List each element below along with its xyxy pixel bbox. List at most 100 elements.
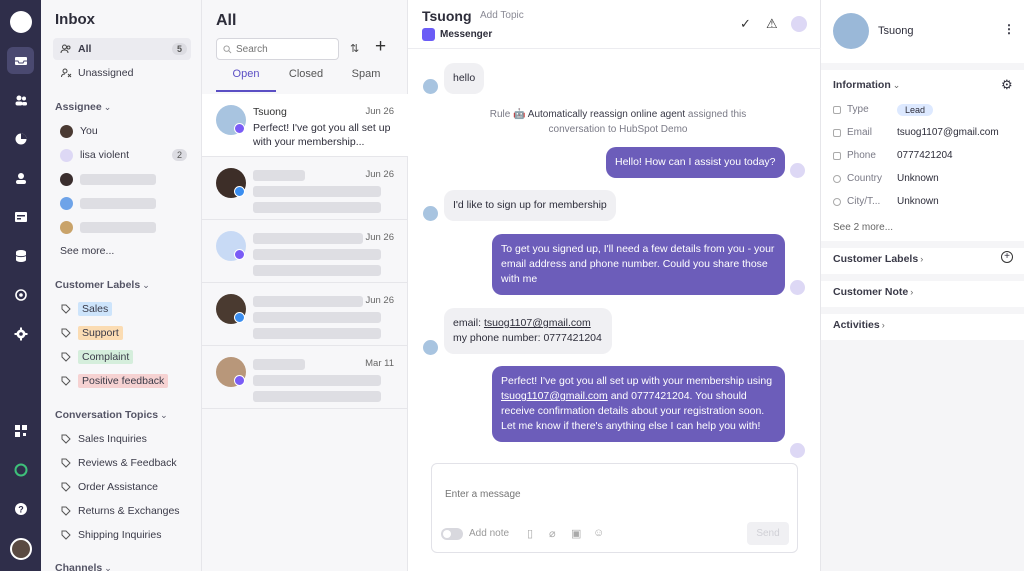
redacted-name	[253, 170, 305, 181]
tab-spam[interactable]: Spam	[336, 68, 396, 92]
field-email: Email tsuog1107@gmail.com	[833, 127, 1018, 143]
resolve-check-icon[interactable]: ✓	[740, 16, 751, 32]
agents-icon[interactable]	[7, 164, 34, 191]
widgets-icon[interactable]	[7, 203, 34, 230]
topic-reviews-feedback[interactable]: Reviews & Feedback	[53, 452, 191, 474]
attachment-icon[interactable]: ⌀	[549, 527, 556, 540]
people-icon	[60, 43, 72, 55]
redacted-name	[253, 359, 305, 370]
conversation-date: Jun 26	[365, 232, 394, 243]
label-chip: Support	[78, 326, 123, 340]
conversation-snippet: Perfect! I've got you all set up with yo…	[253, 122, 391, 148]
divider	[821, 241, 1024, 248]
channels-heading[interactable]: Channels ⌄	[55, 562, 112, 571]
help-icon[interactable]: ?	[7, 495, 34, 522]
emoji-icon[interactable]: ☺	[593, 527, 604, 539]
customer-labels-section[interactable]: Customer Labels ›	[833, 253, 923, 265]
conversation-list: All ⇅ + Open Closed Spam Tsuong Jun 26 P…	[202, 0, 408, 571]
avatar	[833, 13, 869, 49]
tab-open[interactable]: Open	[216, 68, 276, 92]
add-label-icon[interactable]: +	[1001, 251, 1013, 263]
count-badge: 2	[171, 149, 187, 161]
tag-icon	[60, 505, 72, 517]
redacted-name	[253, 296, 363, 307]
search-input[interactable]	[236, 43, 331, 55]
topic-order-assistance[interactable]: Order Assistance	[53, 476, 191, 498]
image-icon[interactable]: ▣	[571, 527, 581, 540]
conversation-name: Tsuong	[253, 106, 287, 118]
channel-icon	[234, 186, 245, 197]
sidebar-item-lisa-violent[interactable]: lisa violent 2	[53, 144, 191, 166]
add-topic-button[interactable]: Add Topic	[480, 10, 524, 21]
settings-icon[interactable]	[7, 320, 34, 347]
label-sales[interactable]: Sales	[53, 298, 191, 320]
tag-icon	[60, 327, 72, 339]
user-avatar[interactable]	[7, 535, 34, 562]
topic-shipping-inquiries[interactable]: Shipping Inquiries	[53, 524, 191, 546]
label-chip: Sales	[78, 302, 113, 316]
inbox-sidebar: Inbox All 5 Unassigned Assignee ⌄ You lis…	[41, 0, 202, 571]
conversation-topics-heading[interactable]: Conversation Topics ⌄	[55, 409, 168, 421]
message-input[interactable]	[445, 489, 745, 509]
conversation-item[interactable]: Jun 26	[202, 157, 408, 220]
label-complaint[interactable]: Complaint	[53, 346, 191, 368]
conversation-item[interactable]: Mar 11	[202, 346, 408, 409]
sidebar-item-agent[interactable]	[53, 216, 191, 238]
sidebar-item-all[interactable]: All 5	[53, 38, 191, 60]
see-more-link[interactable]: See 2 more...	[833, 222, 893, 233]
customer-note-section[interactable]: Customer Note ›	[833, 286, 913, 298]
sidebar-item-you[interactable]: You	[53, 120, 191, 142]
customer-labels-heading[interactable]: Customer Labels ⌄	[55, 279, 150, 291]
sidebar-item-agent[interactable]	[53, 168, 191, 190]
more-options-icon[interactable]: ⋮	[1003, 22, 1015, 36]
topic-returns-exchanges[interactable]: Returns & Exchanges	[53, 500, 191, 522]
email-link[interactable]: tsuog1107@gmail.com	[484, 317, 591, 329]
see-more-link[interactable]: See more...	[60, 245, 114, 257]
status-online-icon[interactable]	[7, 456, 34, 483]
contacts-icon[interactable]	[7, 86, 34, 113]
avatar	[790, 163, 805, 178]
conversation-item[interactable]: Tsuong Jun 26 Perfect! I've got you all …	[202, 94, 408, 157]
activities-section[interactable]: Activities ›	[833, 319, 885, 331]
warning-icon[interactable]: ⚠	[766, 16, 778, 32]
new-conversation-button[interactable]: +	[375, 37, 386, 57]
integrations-icon[interactable]	[7, 281, 34, 308]
gear-icon[interactable]: ⚙	[1001, 77, 1013, 93]
field-value[interactable]: Unknown	[897, 196, 939, 207]
sort-icon[interactable]: ⇅	[350, 42, 359, 55]
field-value[interactable]: Unknown	[897, 173, 939, 184]
label-positive-feedback[interactable]: Positive feedback	[53, 370, 191, 392]
field-value[interactable]: tsuog1107@gmail.com	[897, 127, 999, 138]
database-icon[interactable]	[7, 242, 34, 269]
reports-icon[interactable]	[7, 125, 34, 152]
information-heading[interactable]: Information ⌄	[833, 79, 900, 91]
app-logo-icon[interactable]	[7, 8, 34, 35]
label-support[interactable]: Support	[53, 322, 191, 344]
list-title: All	[216, 12, 237, 29]
field-value[interactable]: 0777421204	[897, 150, 953, 161]
tab-closed[interactable]: Closed	[276, 68, 336, 92]
lead-badge[interactable]: Lead	[897, 104, 934, 116]
sidebar-item-agent[interactable]	[53, 192, 191, 214]
apps-grid-icon[interactable]	[7, 417, 34, 444]
conversation-date: Jun 26	[365, 106, 394, 117]
avatar	[60, 124, 73, 138]
topic-sales-inquiries[interactable]: Sales Inquiries	[53, 428, 191, 450]
divider	[821, 274, 1024, 281]
inbox-icon[interactable]	[7, 47, 34, 74]
conversation-item[interactable]: Jun 26	[202, 283, 408, 346]
field-label: City/T...	[847, 196, 881, 207]
sidebar-item-unassigned[interactable]: Unassigned	[53, 62, 191, 84]
conversation-item[interactable]: Jun 26	[202, 220, 408, 283]
assignee-heading[interactable]: Assignee ⌄	[55, 101, 111, 113]
email-link[interactable]: tsuog1107@gmail.com	[501, 390, 608, 402]
bookmark-icon[interactable]: ▯	[527, 527, 533, 540]
assignee-avatar[interactable]	[791, 16, 807, 32]
add-note-toggle[interactable]	[441, 528, 463, 540]
send-button[interactable]: Send	[747, 522, 789, 545]
svg-text:?: ?	[18, 504, 24, 514]
messenger-icon	[234, 249, 245, 260]
message-composer: Add note ▯ ⌀ ▣ ☺ Send	[431, 463, 798, 553]
redacted-name	[80, 173, 156, 185]
topic-label: Returns & Exchanges	[78, 505, 180, 517]
